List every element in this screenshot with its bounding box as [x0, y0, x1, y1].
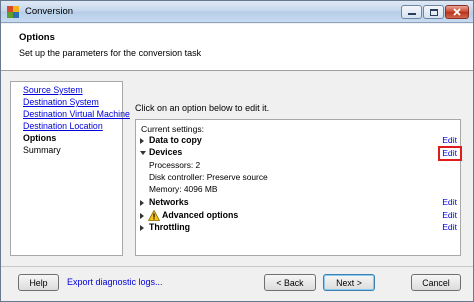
window-title: Conversion — [25, 6, 74, 17]
expand-arrow-icon[interactable] — [140, 213, 144, 219]
close-button[interactable] — [445, 5, 469, 19]
conversion-window: Conversion Options Set up the parameters… — [0, 0, 474, 302]
edit-advanced-options-link[interactable]: Edit — [442, 210, 457, 220]
edit-data-to-copy-link[interactable]: Edit — [442, 135, 457, 145]
section-devices[interactable]: Devices — [149, 147, 182, 157]
title-bar[interactable]: Conversion — [1, 1, 473, 23]
expand-arrow-icon[interactable] — [140, 225, 144, 231]
collapse-arrow-icon[interactable] — [140, 151, 146, 155]
instruction-text: Click on an option below to edit it. — [135, 103, 270, 113]
minimize-icon — [407, 13, 416, 15]
expand-arrow-icon[interactable] — [140, 138, 144, 144]
page-subtitle: Set up the parameters for the conversion… — [19, 48, 202, 58]
expand-arrow-icon[interactable] — [140, 200, 144, 206]
nav-step-options: Options — [23, 133, 57, 143]
close-icon — [453, 8, 461, 16]
settings-panel: Current settings: Data to copy Edit Devi… — [135, 119, 462, 256]
nav-step-source-system[interactable]: Source System — [23, 85, 83, 95]
cancel-button[interactable]: Cancel — [411, 274, 461, 291]
nav-step-destination-system[interactable]: Destination System — [23, 97, 99, 107]
help-button[interactable]: Help — [18, 274, 59, 291]
wizard-steps-nav: Source System Destination System Destina… — [10, 81, 130, 256]
nav-step-destination-location[interactable]: Destination Location — [23, 121, 103, 131]
maximize-icon — [429, 8, 438, 16]
settings-heading: Current settings: — [141, 124, 205, 134]
edit-networks-link[interactable]: Edit — [442, 197, 457, 207]
section-networks[interactable]: Networks — [149, 197, 189, 207]
page-title: Options — [19, 32, 55, 43]
section-advanced-options[interactable]: Advanced options — [162, 210, 238, 220]
minimize-button[interactable] — [401, 5, 422, 19]
edit-throttling-link[interactable]: Edit — [442, 222, 457, 232]
section-throttling[interactable]: Throttling — [149, 222, 190, 232]
footer-divider — [1, 266, 473, 267]
nav-step-destination-vm[interactable]: Destination Virtual Machine — [23, 109, 130, 119]
vmware-converter-icon — [7, 6, 19, 18]
back-button[interactable]: < Back — [264, 274, 316, 291]
maximize-button[interactable] — [423, 5, 444, 19]
warning-icon — [148, 210, 160, 221]
nav-step-summary: Summary — [23, 145, 61, 155]
highlight-box — [438, 146, 462, 161]
section-data-to-copy[interactable]: Data to copy — [149, 135, 202, 145]
export-diagnostic-logs-link[interactable]: Export diagnostic logs... — [67, 277, 163, 287]
page-header: Options Set up the parameters for the co… — [1, 24, 473, 71]
next-button[interactable]: Next > — [323, 274, 375, 291]
devices-processors: Processors: 2 — [149, 160, 201, 170]
devices-memory: Memory: 4096 MB — [149, 184, 218, 194]
devices-disk-controller: Disk controller: Preserve source — [149, 172, 268, 182]
